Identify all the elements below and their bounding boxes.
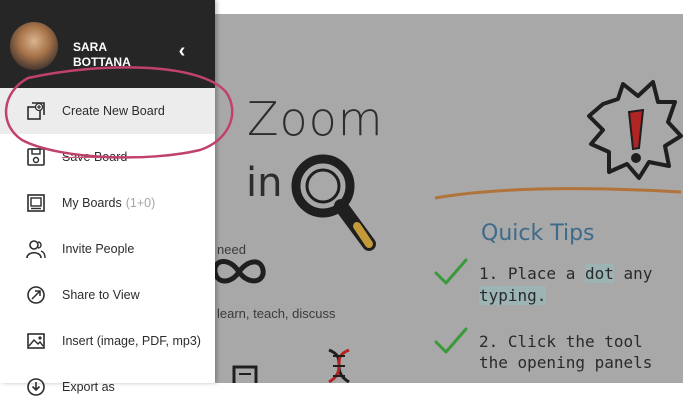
highlighted-word: typing. (479, 286, 547, 305)
board-text-zoom: Zoom (247, 92, 384, 146)
menu-item-insert-media[interactable]: Insert (image, PDF, mp3) (0, 318, 215, 364)
infinity-drawing-icon (215, 259, 266, 284)
menu-item-my-boards[interactable]: My Boards (1+0) (0, 180, 215, 226)
menu-item-label: My Boards (62, 196, 122, 210)
checkmark-icon (434, 258, 468, 285)
menu-item-save-board[interactable]: Save Board (0, 134, 215, 180)
user-name: SARA BOTTANA (73, 40, 173, 70)
sidebar-menu-list: Create New Board Save Board My Boards (1… (0, 88, 215, 410)
highlighted-word: dot (584, 264, 614, 283)
boards-icon (25, 192, 47, 214)
underline-stroke (434, 187, 682, 200)
board-text-in: in (246, 160, 283, 206)
menu-item-label: Export as (62, 380, 115, 394)
user-first-name: SARA (73, 40, 108, 54)
sidebar-header: SARA BOTTANA ‹ (0, 0, 215, 88)
exclamation-burst-icon (587, 80, 683, 180)
menu-item-export-as[interactable]: Export as (0, 364, 215, 410)
share-icon (25, 284, 47, 306)
menu-item-label: Insert (image, PDF, mp3) (62, 334, 201, 348)
insert-media-icon (25, 330, 47, 352)
menu-item-label: Create New Board (62, 104, 165, 118)
tip-2-line-2: the opening panels (479, 353, 653, 372)
menu-item-share-to-view[interactable]: Share to View (0, 272, 215, 318)
board-text-learn: learn, teach, discuss (217, 306, 336, 321)
menu-item-label: Invite People (62, 242, 135, 256)
dna-drawing-icon (328, 348, 350, 383)
menu-item-create-new-board[interactable]: Create New Board (0, 88, 215, 134)
boards-count: (1+0) (125, 196, 156, 210)
document-drawing-icon (232, 365, 258, 383)
magnifier-drawing-icon (291, 154, 376, 251)
user-last-name: BOTTANA (73, 55, 131, 69)
tip-1-line-1: 1. Place a dot any (479, 264, 653, 283)
export-icon (25, 376, 47, 398)
sidebar-menu: SARA BOTTANA ‹ Create New Board Save Boa… (0, 0, 215, 396)
checkmark-icon (434, 327, 468, 354)
people-icon (25, 238, 47, 260)
add-board-icon (25, 100, 47, 122)
menu-item-label: Share to View (62, 288, 140, 302)
collapse-sidebar-button[interactable]: ‹ (172, 40, 192, 62)
menu-item-invite-people[interactable]: Invite People (0, 226, 215, 272)
tip-2-line-1: 2. Click the tool (479, 332, 643, 351)
tip-1-line-2: typing. (479, 286, 547, 306)
menu-item-label: Save Board (62, 150, 128, 164)
quick-tips-title: Quick Tips (481, 221, 595, 246)
save-icon (25, 146, 47, 168)
avatar[interactable] (10, 22, 58, 70)
whiteboard-canvas[interactable]: Zoom in need learn, teach, discuss Quick… (215, 14, 683, 383)
